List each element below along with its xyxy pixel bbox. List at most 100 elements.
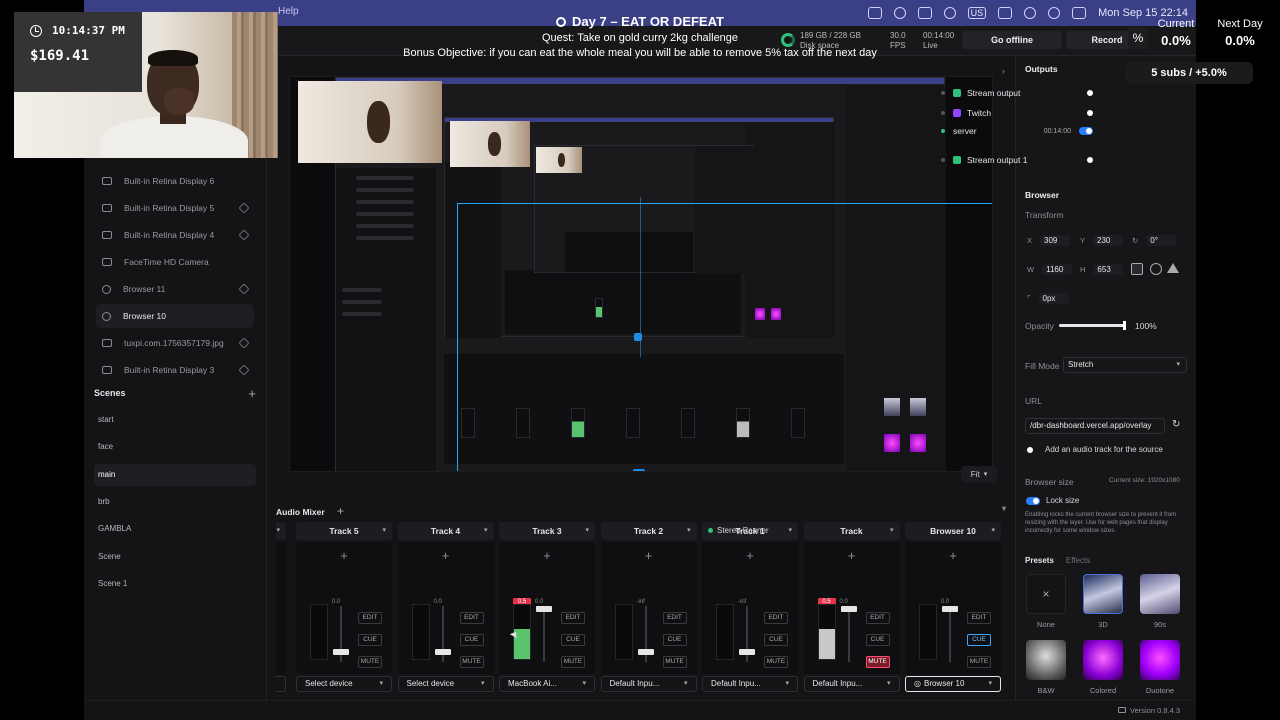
go-offline-button[interactable]: Go offline <box>962 31 1062 49</box>
source-item-tuxpi-image[interactable]: tuxpi.com.1756357179.jpg <box>96 331 254 355</box>
cue-button[interactable]: CUE <box>764 634 788 646</box>
output-item[interactable]: Stream output 1 <box>941 153 1093 167</box>
scene-item-start[interactable]: start <box>94 409 256 431</box>
unlink-icon[interactable] <box>238 229 250 241</box>
transform-rotation-field[interactable]: ↻ 0° <box>1132 233 1177 247</box>
fader-knob[interactable] <box>536 606 552 612</box>
device-select[interactable]: ◎ Browser 10 ▾ <box>905 676 1001 692</box>
mute-button[interactable]: MUTE <box>662 656 687 668</box>
preset-90s[interactable] <box>1140 574 1180 614</box>
unlink-icon[interactable] <box>238 283 250 295</box>
preset-duotone[interactable] <box>1140 640 1180 680</box>
fader-knob[interactable] <box>637 649 654 655</box>
cue-button[interactable]: CUE <box>561 634 585 646</box>
edit-button[interactable]: EDIT <box>459 612 484 624</box>
device-select[interactable]: Default Inpu... ▾ <box>600 676 697 692</box>
battery-icon[interactable] <box>998 7 1013 19</box>
url-input[interactable]: /dbr-dashboard.vercel.app/overlay <box>1025 418 1165 434</box>
chevron-down-icon[interactable]: ▾ <box>382 522 386 540</box>
volume-fader[interactable] <box>847 606 850 662</box>
keyboard-layout-icon[interactable]: US <box>967 7 987 19</box>
preset-3d[interactable] <box>1083 574 1123 614</box>
source-item-display-5[interactable]: Built-in Retina Display 5 <box>96 196 254 220</box>
rotation-value[interactable]: 0° <box>1146 234 1177 246</box>
add-effect-button[interactable]: + <box>905 548 1001 563</box>
preset-bw[interactable] <box>1026 640 1066 680</box>
add-scene-button[interactable]: + <box>248 386 256 401</box>
mute-button[interactable]: MUTE <box>459 656 484 668</box>
tab-effects[interactable]: Effects <box>1066 556 1090 565</box>
add-effect-button[interactable]: + <box>296 548 392 563</box>
fader-knob[interactable] <box>333 649 349 655</box>
refresh-icon[interactable]: ↻ <box>1172 419 1180 430</box>
source-item-browser-10[interactable]: Browser 10 <box>96 304 254 328</box>
wifi-icon[interactable] <box>1024 7 1037 19</box>
chevron-down-icon[interactable]: ▾ <box>890 522 894 540</box>
chevron-down-icon[interactable]: ▾ <box>276 522 280 540</box>
fader-knob[interactable] <box>434 649 451 655</box>
source-item-facetime-camera[interactable]: FaceTime HD Camera <box>96 250 254 274</box>
track-header[interactable]: Track ▾ <box>803 522 900 540</box>
output-status-dot[interactable] <box>1087 110 1093 116</box>
add-effect-button[interactable]: + <box>398 548 494 563</box>
w-value[interactable]: 1160 <box>1042 263 1073 275</box>
mute-button[interactable]: MUTE <box>561 656 585 668</box>
preview-canvas[interactable]: ⇅ <box>289 76 993 472</box>
menu-help[interactable]: Help <box>278 6 299 17</box>
scene-item-scene[interactable]: Scene <box>94 546 256 568</box>
track-header[interactable]: Browser 10 ▾ <box>905 522 1001 540</box>
scene-item-brb[interactable]: brb <box>94 491 256 513</box>
source-item-browser-11[interactable]: Browser 11 <box>96 277 254 301</box>
warning-icon[interactable] <box>1167 263 1179 273</box>
edit-button[interactable]: EDIT <box>662 612 687 624</box>
transform-h-field[interactable]: H 653 <box>1080 262 1124 276</box>
source-item-display-6[interactable]: Built-in Retina Display 6 <box>96 169 254 193</box>
radius-value[interactable]: 0px <box>1038 292 1069 304</box>
device-select[interactable]: Select device ▾ <box>397 676 494 692</box>
output-status-dot[interactable] <box>1087 157 1093 163</box>
edit-button[interactable]: EDIT <box>865 612 890 624</box>
unlink-icon[interactable] <box>238 337 250 349</box>
audio-track-radio[interactable] <box>1027 447 1033 453</box>
edit-button[interactable]: EDIT <box>561 612 585 624</box>
scene-item-main[interactable]: main <box>94 464 256 486</box>
selection-handle-bottom[interactable]: ⇅ <box>633 469 645 471</box>
fader-knob[interactable] <box>942 606 958 612</box>
link-icon[interactable] <box>1131 263 1143 275</box>
flip-icon[interactable] <box>1150 263 1162 275</box>
track-header[interactable]: Track 4 ▾ <box>397 522 494 540</box>
device-select[interactable]: Select device ▾ <box>296 676 392 692</box>
h-value[interactable]: 653 <box>1093 263 1124 275</box>
add-effect-button[interactable]: + <box>804 548 900 563</box>
cue-button[interactable]: CUE <box>865 634 890 646</box>
mute-button[interactable]: MUTE <box>358 656 382 668</box>
scene-item-gambla[interactable]: GAMBLA <box>94 518 256 540</box>
tab-presets[interactable]: Presets <box>1025 556 1054 565</box>
unlink-icon[interactable] <box>238 202 250 214</box>
device-select[interactable]: Default Inpu... ▾ <box>702 676 798 692</box>
output-item[interactable]: server 00:14:00 <box>941 124 1093 138</box>
edit-button[interactable]: EDIT <box>967 612 991 624</box>
output-item[interactable]: Stream output <box>941 86 1093 100</box>
device-select[interactable]: MacBook Ai... ▾ <box>499 676 595 692</box>
transform-w-field[interactable]: W 1160 <box>1027 262 1073 276</box>
preset-colored[interactable] <box>1083 640 1123 680</box>
control-center-icon[interactable] <box>1072 7 1087 19</box>
cue-button[interactable]: CUE <box>459 634 484 646</box>
mute-button[interactable]: MUTE <box>967 656 991 668</box>
mute-button[interactable]: MUTE <box>865 656 890 668</box>
output-toggle[interactable] <box>1079 127 1093 135</box>
scene-item-face[interactable]: face <box>94 436 256 458</box>
x-value[interactable]: 309 <box>1040 234 1071 246</box>
preset-none[interactable]: × <box>1026 574 1066 614</box>
opacity-slider[interactable] <box>1059 321 1126 330</box>
scene-item-scene-1[interactable]: Scene 1 <box>94 573 256 595</box>
chevron-down-icon[interactable]: ▾ <box>585 522 589 540</box>
source-item-display-3[interactable]: Built-in Retina Display 3 <box>96 358 254 382</box>
collapse-right-panel-icon[interactable]: › <box>1002 66 1005 76</box>
track-header[interactable]: Track 3 ▾ <box>499 522 595 540</box>
cue-button[interactable]: CUE <box>967 634 991 646</box>
volume-fader[interactable] <box>543 606 545 662</box>
edit-button[interactable]: EDIT <box>358 612 382 624</box>
chevron-down-icon[interactable]: ▾ <box>1002 504 1006 513</box>
